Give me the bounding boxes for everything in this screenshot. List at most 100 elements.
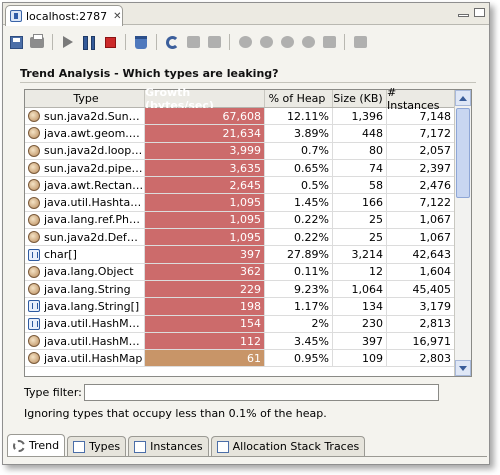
type-name: sun.java2d.loops… [44,144,144,158]
cell-heap: 0.22% [265,229,333,246]
class-type-icon [28,144,40,157]
table-row[interactable]: java.util.HashMa… 112 3.45% 397 16,971 [25,332,455,351]
cell-heap: 1.17% [265,298,333,315]
cell-growth: 362 [145,263,265,280]
refresh-button[interactable] [163,33,181,51]
class-type-icon [28,335,40,347]
column-header-heap[interactable]: % of Heap [265,90,333,107]
cell-growth: 67,608 [145,108,265,125]
zoom-fit-button[interactable] [278,33,296,51]
scroll-down-button[interactable] [455,360,471,376]
cell-instances: 45,405 [387,280,455,298]
export-button[interactable] [205,33,223,51]
table-row[interactable]: java.util.Hashtabl… 1,095 1.45% 166 7,122 [25,194,455,212]
table-row[interactable]: java.awt.Rectangle 2,645 0.5% 58 2,476 [25,177,455,195]
table-row[interactable]: java.awt.geom.A… 21,634 3.89% 448 7,172 [25,125,455,143]
toolbar-separator [229,34,230,50]
zoom-reset-button[interactable] [299,33,317,51]
array-type-icon [28,300,40,313]
table-row[interactable]: java.util.HashMa… 154 2% 230 2,813 [25,315,455,333]
cell-heap: 12.11% [265,108,333,125]
cell-heap: 9.23% [265,280,333,298]
type-name: java.util.Hashtabl… [44,196,144,210]
minimize-icon[interactable] [458,14,469,17]
cell-size: 448 [333,125,387,142]
type-name: java.lang.Object [44,265,134,279]
chevron-up-icon [459,95,467,101]
panel-title: Trend Analysis - Which types are leaking… [20,67,476,83]
type-name: sun.java2d.Defa… [44,230,144,244]
options-icon [353,36,367,48]
column-header-size[interactable]: Size (KB) [333,90,387,107]
type-name: java.util.HashMa… [44,334,144,348]
table-row[interactable]: sun.java2d.Defa… 1,095 0.22% 25 1,067 [25,229,455,247]
tab-label: Trend [29,439,60,452]
cell-heap: 0.5% [265,177,333,194]
type-name: java.lang.ref.Pha… [44,213,144,227]
zoom-in-button[interactable] [236,33,254,51]
table-row[interactable]: sun.java2d.loops… 3,999 0.7% 80 2,057 [25,142,455,160]
cell-type: sun.java2d.loops… [25,142,145,159]
zoom-out-button[interactable] [257,33,275,51]
profiler-window: localhost:2787 ✕ Trend Analysis - Which … [2,2,490,465]
snapshot-button[interactable] [184,33,202,51]
table-row[interactable]: java.util.HashMap 61 0.95% 109 2,803 [25,350,455,368]
run-gc-button[interactable] [132,33,150,51]
type-filter-row: Type filter: [24,383,472,401]
tab-instances[interactable]: Instances [128,436,209,456]
cell-instances: 42,643 [387,246,455,263]
tab-allocation-stack-traces[interactable]: Allocation Stack Traces [210,436,366,456]
editor-tab-title: localhost:2787 [26,9,108,23]
stop-button[interactable] [101,33,119,51]
maximize-icon[interactable] [474,8,485,17]
cell-growth: 3,999 [145,142,265,159]
scroll-up-button[interactable] [455,90,471,106]
cell-instances: 2,397 [387,159,455,177]
tab-trend[interactable]: Trend [7,434,66,456]
cell-type: char[] [25,246,145,263]
column-header-instances[interactable]: # Instances [387,86,455,112]
scrollbar-thumb[interactable] [456,108,470,198]
run-button[interactable] [59,33,77,51]
table-row[interactable]: sun.java2d.SunG… 67,608 12.11% 1,396 7,148 [25,108,455,126]
cell-heap: 0.22% [265,211,333,229]
cell-type: java.lang.String[] [25,298,145,315]
toolbar [7,31,369,53]
cell-type: java.lang.ref.Pha… [25,211,145,229]
zoom-select-button[interactable] [320,33,338,51]
stack-traces-icon [216,440,229,453]
zoom-out-icon [259,36,273,48]
table-row[interactable]: sun.java2d.pipe.… 3,635 0.65% 74 2,397 [25,159,455,178]
connection-icon [10,10,22,22]
run-gc-icon [135,35,147,49]
type-name: java.awt.Rectangle [44,178,144,192]
close-icon[interactable]: ✕ [113,11,121,22]
save-button[interactable] [7,33,25,51]
pause-icon [83,36,95,48]
print-button[interactable] [28,33,46,51]
class-type-icon [28,196,40,209]
table-row[interactable]: java.lang.Object 362 0.11% 12 1,604 [25,263,455,281]
column-header-type[interactable]: Type [25,90,145,107]
column-header-growth[interactable]: Growth (bytes/sec) [145,86,265,112]
options-button[interactable] [351,33,369,51]
class-type-icon [28,179,40,192]
table-row[interactable]: java.lang.ref.Pha… 1,095 0.22% 25 1,067 [25,211,455,230]
cell-growth: 3,635 [145,159,265,177]
cell-size: 1,064 [333,280,387,298]
type-filter-input[interactable] [84,383,439,401]
pause-button[interactable] [80,33,98,51]
tab-types[interactable]: Types [67,436,127,456]
heap-threshold-note: Ignoring types that occupy less than 0.1… [24,407,327,420]
table-row[interactable]: java.lang.String 229 9.23% 1,064 45,405 [25,280,455,299]
type-name: java.util.HashMa… [44,317,144,331]
table-row[interactable]: java.lang.String[] 198 1.17% 134 3,179 [25,298,455,316]
cell-type: java.util.HashMa… [25,332,145,350]
table-vertical-scrollbar[interactable] [454,90,471,376]
cell-heap: 3.45% [265,332,333,350]
table-row[interactable]: char[] 397 27.89% 3,214 42,643 [25,246,455,264]
cell-growth: 112 [145,332,265,350]
cell-growth: 61 [145,350,265,367]
cell-size: 1,396 [333,108,387,125]
editor-tab[interactable]: localhost:2787 ✕ [5,5,123,26]
